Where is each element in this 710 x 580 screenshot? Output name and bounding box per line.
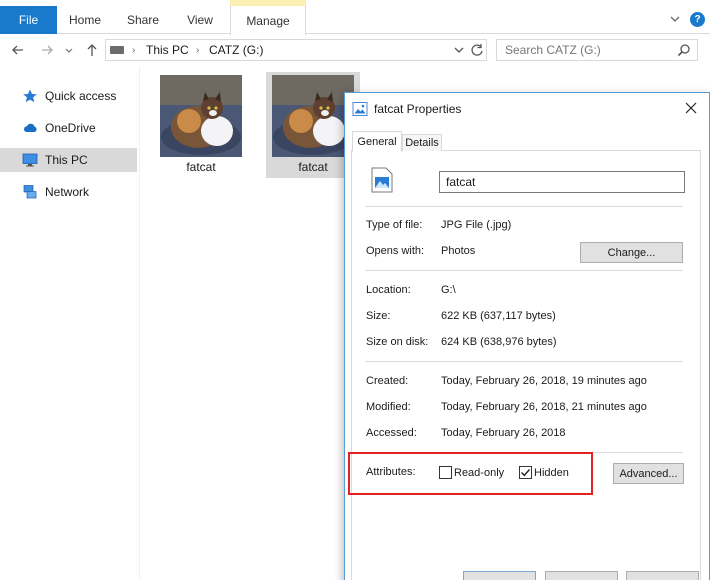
location-label: Location: bbox=[366, 284, 411, 296]
drive-icon bbox=[110, 46, 124, 54]
sidebar-item-network[interactable]: Network bbox=[0, 180, 137, 204]
sidebar-item-this-pc[interactable]: This PC bbox=[0, 148, 137, 172]
recent-locations-chevron-icon[interactable] bbox=[63, 42, 75, 58]
ok-button[interactable] bbox=[463, 571, 536, 580]
tab-details[interactable]: Details bbox=[402, 134, 442, 151]
size-on-disk-label: Size on disk: bbox=[366, 336, 429, 348]
ribbon-collapse-chevron-icon[interactable] bbox=[668, 12, 682, 26]
divider bbox=[365, 206, 683, 207]
cancel-button[interactable] bbox=[545, 571, 618, 580]
modified-value: Today, February 26, 2018, 21 minutes ago bbox=[441, 401, 647, 413]
help-icon[interactable]: ? bbox=[690, 12, 705, 27]
cat-thumbnail-image bbox=[160, 75, 242, 157]
apply-button[interactable] bbox=[626, 571, 699, 580]
file-name-field[interactable]: fatcat bbox=[439, 171, 685, 193]
size-on-disk-value: 624 KB (638,976 bytes) bbox=[441, 336, 557, 348]
opens-with-label: Opens with: bbox=[366, 245, 425, 257]
divider bbox=[365, 361, 683, 362]
accessed-value: Today, February 26, 2018 bbox=[441, 427, 566, 439]
back-arrow-icon[interactable] bbox=[10, 42, 26, 58]
attributes-highlight-box bbox=[348, 452, 593, 495]
breadcrumb-separator-icon[interactable]: › bbox=[132, 39, 135, 61]
general-tab-panel bbox=[351, 151, 701, 580]
tab-general[interactable]: General bbox=[352, 131, 402, 152]
type-of-file-label: Type of file: bbox=[366, 219, 423, 231]
change-button[interactable]: Change... bbox=[580, 242, 683, 263]
accessed-label: Accessed: bbox=[366, 427, 417, 439]
cat-thumbnail-image bbox=[272, 75, 354, 157]
address-dropdown-chevron-icon[interactable] bbox=[452, 42, 466, 58]
sidebar-item-label: Quick access bbox=[45, 89, 117, 103]
up-arrow-icon[interactable] bbox=[84, 42, 100, 58]
breadcrumb-catz-drive[interactable]: CATZ (G:) bbox=[209, 39, 263, 61]
tab-home[interactable]: Home bbox=[62, 6, 108, 34]
location-value: G:\ bbox=[441, 284, 456, 296]
created-label: Created: bbox=[366, 375, 409, 387]
search-placeholder: Search CATZ (G:) bbox=[505, 43, 601, 57]
file-item[interactable]: fatcat bbox=[154, 72, 248, 178]
modified-label: Modified: bbox=[366, 401, 411, 413]
search-icon[interactable] bbox=[677, 43, 691, 57]
created-value: Today, February 26, 2018, 19 minutes ago bbox=[441, 375, 647, 387]
image-file-icon bbox=[352, 101, 368, 117]
sidebar-item-label: This PC bbox=[45, 153, 88, 167]
image-file-icon bbox=[371, 167, 393, 193]
tab-share[interactable]: Share bbox=[120, 6, 166, 34]
tab-manage[interactable]: Manage bbox=[230, 6, 306, 35]
file-name: fatcat bbox=[186, 160, 216, 174]
network-icon bbox=[22, 184, 38, 200]
tab-view[interactable]: View bbox=[177, 6, 223, 34]
dialog-title: fatcat Properties bbox=[374, 102, 462, 116]
tab-file[interactable]: File bbox=[0, 6, 57, 34]
breadcrumb-separator-icon[interactable]: › bbox=[196, 39, 199, 61]
cloud-icon bbox=[22, 120, 38, 136]
size-label: Size: bbox=[366, 310, 391, 322]
sidebar-item-quick-access[interactable]: Quick access bbox=[0, 84, 137, 108]
size-value: 622 KB (637,117 bytes) bbox=[441, 310, 556, 322]
monitor-icon bbox=[22, 152, 38, 168]
forward-arrow-icon[interactable] bbox=[39, 42, 55, 58]
advanced-button[interactable]: Advanced... bbox=[613, 463, 684, 484]
navigation-pane bbox=[0, 66, 140, 580]
sidebar-item-label: OneDrive bbox=[45, 121, 96, 135]
type-of-file-value: JPG File (.jpg) bbox=[441, 219, 512, 231]
sidebar-item-label: Network bbox=[45, 185, 90, 199]
close-icon[interactable] bbox=[682, 99, 700, 117]
opens-with-value: Photos bbox=[441, 245, 476, 257]
divider bbox=[365, 270, 683, 271]
sidebar-item-onedrive[interactable]: OneDrive bbox=[0, 116, 137, 140]
refresh-icon[interactable] bbox=[469, 41, 485, 59]
star-icon bbox=[22, 88, 38, 104]
breadcrumb-this-pc[interactable]: This PC bbox=[146, 39, 189, 61]
